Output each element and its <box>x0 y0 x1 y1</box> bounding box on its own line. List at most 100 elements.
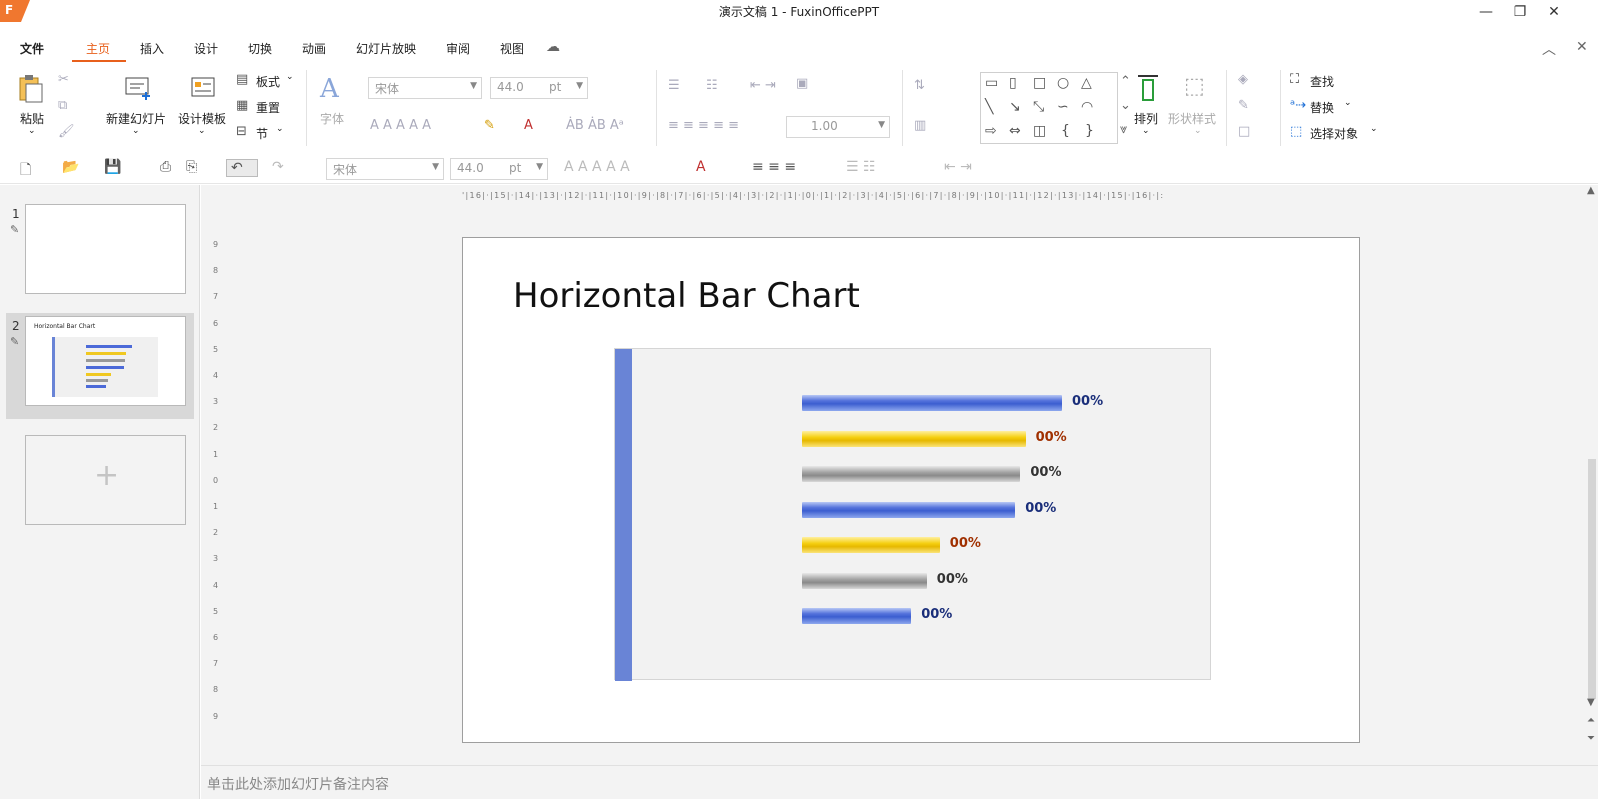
double-arrow-shape-icon[interactable]: ⤡ <box>1033 99 1044 115</box>
ellipse-shape-icon[interactable]: ○ <box>1057 75 1069 91</box>
shape-outline-icon[interactable]: ✎ <box>1238 98 1249 113</box>
scroll-up-icon[interactable]: ▲ <box>1587 185 1595 196</box>
next-slide-icon[interactable]: ⏷ <box>1587 733 1595 744</box>
print-preview-icon[interactable]: ⎘ <box>186 159 197 175</box>
line-shape-icon[interactable]: ╲ <box>985 99 993 115</box>
quick-indent-icons[interactable]: ⇤ ⇥ <box>944 159 972 175</box>
chart-bar <box>802 430 1026 447</box>
align-icons[interactable]: ≡ ≡ ≡ ≡ ≡ <box>668 118 739 133</box>
replace-label: 替换 <box>1310 101 1335 115</box>
cut-icon[interactable]: ✂ <box>58 72 69 87</box>
columns-icon[interactable]: ▥ <box>914 118 926 133</box>
open-folder-icon[interactable]: 📂 <box>62 159 79 175</box>
left-brace-shape-icon[interactable]: { <box>1061 123 1070 139</box>
vertical-textbox-shape-icon[interactable]: ▯ <box>1009 75 1017 91</box>
redo-icon[interactable]: ↷ <box>272 159 284 175</box>
menu-transitions[interactable]: 切换 <box>248 40 272 57</box>
slide-title[interactable]: Horizontal Bar Chart <box>513 276 860 316</box>
quick-align-icons[interactable]: ≡ ≡ ≡ <box>752 159 796 175</box>
chart-bar-label: 00% <box>921 607 953 622</box>
slide[interactable]: Horizontal Bar Chart 00% 00% 00% 00% 00% 00% 0… <box>462 237 1360 743</box>
quick-list-icons[interactable]: ☰ ☷ <box>846 159 876 175</box>
right-arrow-shape-icon[interactable]: ⇨ <box>985 123 997 139</box>
help-icon[interactable]: ☁ <box>546 39 560 55</box>
ribbon-separator <box>1280 70 1281 146</box>
shape-gallery[interactable]: ▭ ▯ □ ○ △ ╲ ↘ ⤡ ∽ ◠ ⇨ ⇔ ◫ { } <box>980 72 1118 144</box>
line-spacing-combo[interactable]: 1.00 ▼ <box>786 116 890 138</box>
quick-font-style-icons[interactable]: A A A A A <box>564 159 630 175</box>
thumbnail-chart <box>52 337 158 397</box>
triangle-shape-icon[interactable]: △ <box>1081 75 1092 91</box>
right-brace-shape-icon[interactable]: } <box>1085 123 1094 139</box>
chart-bar-label: 00% <box>949 536 981 551</box>
quick-font-size-combo[interactable]: 44.0 pt ▼ <box>450 158 548 180</box>
chart-bar <box>802 572 927 589</box>
ribbon-collapse-button[interactable]: ︿ <box>1542 39 1556 59</box>
font-size-combo[interactable]: 44.0 pt ▼ <box>490 77 588 99</box>
reset-icon: ▦ <box>236 98 249 113</box>
ribbon: 粘贴 ⌄ ✂ ⧉ 🖌 新建幻灯片 ⌄ 设计模板 ⌄ ▤ 板式 ⌄ ▦ 重置 ⊟ … <box>0 64 1598 150</box>
close-button[interactable]: ✕ <box>1538 2 1570 22</box>
add-slide-button[interactable]: + <box>25 435 186 525</box>
scrollbar-thumb[interactable] <box>1588 459 1596 699</box>
new-document-icon[interactable]: 🗋 <box>20 159 31 183</box>
save-icon[interactable]: 💾 <box>104 159 121 175</box>
font-name-combo[interactable]: 宋体 ▼ <box>368 77 482 99</box>
indent-icons[interactable]: ⇤ ⇥ <box>750 78 776 93</box>
highlight-icon[interactable]: ✎ <box>484 118 495 133</box>
bar-chart[interactable]: 00% 00% 00% 00% 00% 00% 00% <box>614 348 1211 681</box>
ruler-tick-label: 2 <box>213 423 219 433</box>
menu-animations[interactable]: 动画 <box>302 40 326 57</box>
format-painter-icon[interactable]: 🖌 <box>58 124 75 139</box>
numbered-list-icon[interactable]: ☷ <box>706 78 718 93</box>
text-fit-icon[interactable]: ⇅ <box>914 78 925 93</box>
previous-slide-icon[interactable]: ⏶ <box>1587 715 1595 726</box>
select-object-icon: ⬚ <box>1290 124 1303 139</box>
scroll-down-icon[interactable]: ▼ <box>1587 697 1595 708</box>
chart-bar <box>802 395 1062 411</box>
menu-design[interactable]: 设计 <box>194 40 218 57</box>
copy-icon[interactable]: ⧉ <box>58 98 67 113</box>
ribbon-separator <box>902 70 903 146</box>
vertical-scrollbar[interactable]: ▲ ▼ ⏶ ⏷ <box>1586 185 1598 765</box>
gallery-scroll-up-icon[interactable]: ⌃ <box>1120 74 1131 89</box>
chart-bar-label: 00% <box>1030 465 1062 480</box>
arrow-shape-icon[interactable]: ↘ <box>1009 99 1021 115</box>
font-color-icon[interactable]: A <box>524 118 533 133</box>
quick-font-color-icon[interactable]: A <box>696 159 706 175</box>
menu-slideshow[interactable]: 幻灯片放映 <box>356 40 416 57</box>
close-document-button[interactable]: ✕ <box>1576 39 1588 55</box>
menu-view[interactable]: 视图 <box>500 40 524 57</box>
slide-thumbnail-2[interactable]: Horizontal Bar Chart <box>25 316 186 406</box>
rectangle-shape-icon[interactable]: □ <box>1033 75 1046 91</box>
left-right-arrow-shape-icon[interactable]: ⇔ <box>1009 123 1021 139</box>
menu-insert[interactable]: 插入 <box>140 40 164 57</box>
textbox-shape-icon[interactable]: ▭ <box>985 75 998 91</box>
new-slide-icon <box>125 77 150 100</box>
quick-font-name-combo[interactable]: 宋体 ▼ <box>326 158 444 180</box>
notes-pane[interactable]: 单击此处添加幻灯片备注内容 <box>201 765 1598 799</box>
shape-fill-icon[interactable]: ◈ <box>1238 72 1248 87</box>
gallery-scroll-down-icon[interactable]: ⌄ <box>1120 98 1131 113</box>
menu-home[interactable]: 主页 <box>86 40 110 57</box>
font-size-unit: pt <box>549 80 562 94</box>
slide-thumbnail-1[interactable] <box>25 204 186 294</box>
quick-font-name-dropdown-icon: ▼ <box>432 162 439 172</box>
gallery-expand-icon[interactable]: ⩔ <box>1120 122 1127 137</box>
menu-review[interactable]: 审阅 <box>446 40 470 57</box>
cube-shape-icon[interactable]: ◫ <box>1033 123 1046 139</box>
text-direction-icon[interactable]: ▣ <box>796 76 808 91</box>
font-style-icons[interactable]: A A A A A <box>370 118 431 133</box>
spacing-icons[interactable]: ȦB ȦB Aᵃ <box>566 118 624 133</box>
minimize-button[interactable]: — <box>1470 2 1502 22</box>
curve-shape-icon[interactable]: ∽ <box>1057 99 1069 115</box>
restore-button[interactable]: ❐ <box>1504 2 1536 22</box>
notes-placeholder: 单击此处添加幻灯片备注内容 <box>207 777 389 793</box>
undo-button[interactable]: ↶ <box>226 159 258 177</box>
shape-effect-icon[interactable]: □ <box>1238 124 1250 139</box>
print-icon[interactable]: ⎙ <box>160 159 171 175</box>
ruler-tick-label: 1 <box>213 449 219 459</box>
bullet-list-icon[interactable]: ☰ <box>668 78 680 93</box>
menu-file[interactable]: 文件 <box>20 40 44 57</box>
freeform-shape-icon[interactable]: ◠ <box>1081 99 1093 115</box>
